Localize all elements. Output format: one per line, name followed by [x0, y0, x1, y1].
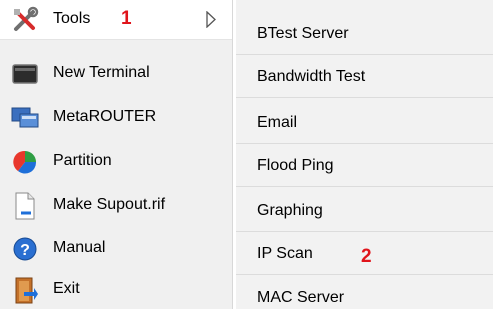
annotation-marker: 1	[121, 8, 132, 29]
menu-item-label: Exit	[53, 280, 80, 297]
menu-item-label: Make Supout.rif	[53, 196, 166, 213]
submenu-item-label: BTest Server	[257, 25, 349, 42]
submenu-item-mac-server[interactable]: MAC Server	[236, 276, 493, 319]
submenu-item-bandwidth-test[interactable]: Bandwidth Test	[236, 55, 493, 98]
menu-item-partition[interactable]: Partition	[0, 142, 232, 182]
menu-item-exit[interactable]: Exit	[0, 270, 232, 310]
submenu-arrow-icon	[206, 11, 216, 28]
menu-item-label: New Terminal	[53, 64, 150, 81]
submenu-item-ip-scan[interactable]: IP Scan 2	[236, 232, 493, 275]
partition-icon	[11, 148, 39, 176]
submenu-item-label: Bandwidth Test	[257, 68, 366, 85]
submenu-item-label: Flood Ping	[257, 157, 334, 174]
submenu-item-email[interactable]: Email	[236, 101, 493, 144]
svg-text:?: ?	[20, 242, 30, 259]
tools-submenu: BTest Server Bandwidth Test Email Flood …	[236, 0, 493, 309]
submenu-item-label: IP Scan	[257, 245, 313, 262]
menu-item-make-supout[interactable]: Make Supout.rif	[0, 186, 232, 226]
submenu-item-flood-ping[interactable]: Flood Ping	[236, 144, 493, 187]
help-icon: ?	[11, 235, 39, 263]
submenu-item-label: Email	[257, 114, 298, 131]
submenu-item-label: MAC Server	[257, 289, 345, 306]
terminal-icon	[11, 60, 39, 88]
metarouter-icon	[11, 104, 39, 132]
annotation-marker: 2	[361, 246, 372, 267]
menu-item-label: Manual	[53, 239, 106, 256]
exit-icon	[11, 276, 39, 304]
submenu-item-label: Graphing	[257, 202, 323, 219]
submenu-item-btest-server[interactable]: BTest Server	[236, 12, 493, 55]
menu-item-metarouter[interactable]: MetaROUTER	[0, 98, 232, 138]
menu-item-label: Partition	[53, 152, 112, 169]
tools-icon	[11, 6, 39, 34]
submenu-item-graphing[interactable]: Graphing	[236, 189, 493, 232]
menu-item-new-terminal[interactable]: New Terminal	[0, 54, 232, 94]
document-icon	[11, 192, 39, 220]
menu-item-manual[interactable]: ? Manual	[0, 229, 232, 269]
menu-item-label: Tools	[53, 10, 91, 27]
main-menu: Tools 1 New Terminal MetaROUTER Partitio…	[0, 0, 233, 309]
menu-item-tools[interactable]: Tools 1	[0, 0, 232, 40]
menu-item-label: MetaROUTER	[53, 108, 157, 125]
